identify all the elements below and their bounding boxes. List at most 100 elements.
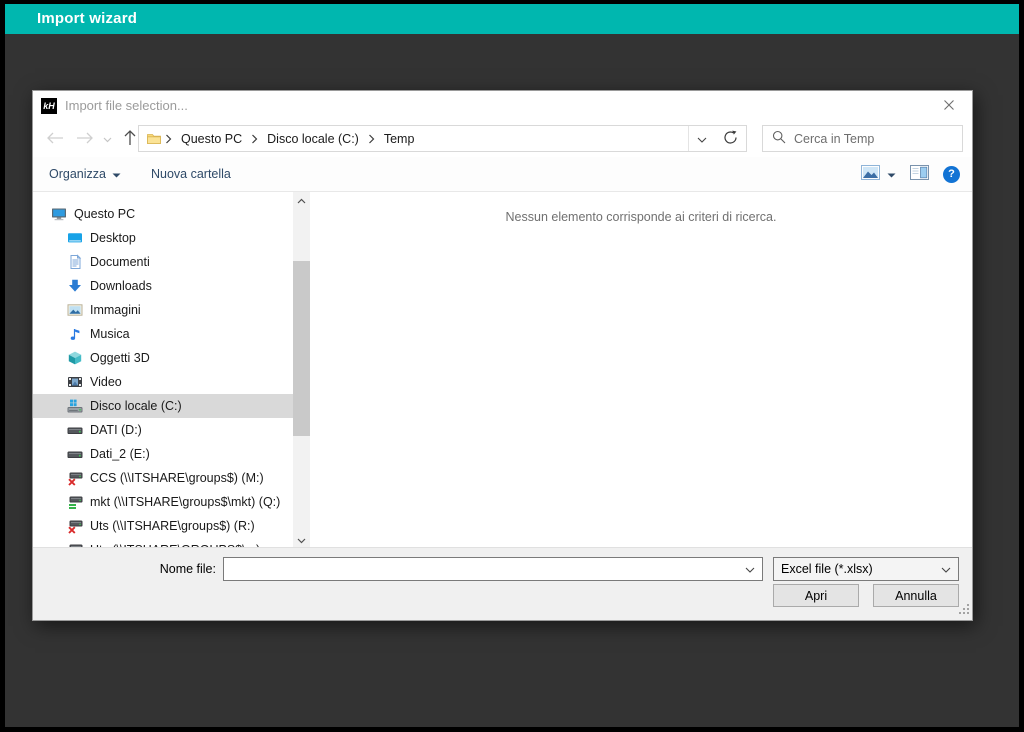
documents-icon (67, 254, 83, 270)
filename-dropdown-button[interactable] (738, 558, 762, 580)
sidebar-scrollbar[interactable] (293, 192, 310, 548)
sidebar-item-immagini[interactable]: Immagini (33, 298, 293, 322)
chevron-down-icon (697, 132, 707, 146)
sidebar-item-video[interactable]: Video (33, 370, 293, 394)
sidebar-item-label: mkt (\\ITSHARE\groups$\mkt) (Q:) (90, 495, 280, 509)
command-bar: Organizza Nuova cartella (33, 157, 972, 192)
resize-grip-icon[interactable] (959, 604, 970, 618)
drive-icon (67, 446, 83, 462)
sidebar-item-label: Dati_2 (E:) (90, 447, 150, 461)
chevron-down-icon (887, 167, 896, 181)
chevron-down-icon (941, 562, 951, 576)
chevron-down-icon (112, 167, 121, 181)
sidebar-item-label: Immagini (90, 303, 141, 317)
open-button-label: Apri (805, 589, 827, 603)
network-drive-disconnected-icon (67, 518, 83, 534)
organize-button[interactable]: Organizza (49, 167, 121, 181)
view-mode-button[interactable] (861, 165, 896, 183)
sidebar-item-ccs-itshare-groups-m[interactable]: CCS (\\ITSHARE\groups$) (M:) (33, 466, 293, 490)
file-dialog: kH Import file selection... (32, 90, 973, 621)
breadcrumb-chevron-icon (164, 134, 173, 144)
organize-label: Organizza (49, 167, 106, 181)
breadcrumb-chevron-icon (250, 134, 259, 144)
dialog-titlebar[interactable]: kH Import file selection... (33, 91, 972, 121)
sidebar-item-label: Video (90, 375, 122, 389)
breadcrumb-segment[interactable]: Questo PC (175, 132, 248, 146)
help-icon: ? (943, 166, 960, 183)
navigation-bar: Questo PC Disco locale (C:) Temp (33, 121, 972, 157)
sidebar-item-documenti[interactable]: Documenti (33, 250, 293, 274)
back-arrow-icon (46, 132, 64, 147)
sidebar-item-label: CCS (\\ITSHARE\groups$) (M:) (90, 471, 264, 485)
chevron-up-icon (297, 193, 306, 207)
close-button[interactable] (934, 91, 964, 121)
scrollbar-thumb[interactable] (293, 261, 310, 436)
sidebar-item-label: Oggetti 3D (90, 351, 150, 365)
open-button[interactable]: Apri (773, 584, 859, 607)
sidebar-item-desktop[interactable]: Desktop (33, 226, 293, 250)
sidebar-item-uts-itshare-groups-r[interactable]: Uts (\\ITSHARE\groups$) (R:) (33, 514, 293, 538)
address-bar[interactable]: Questo PC Disco locale (C:) Temp (138, 125, 716, 152)
sidebar-item-mkt-itshare-groups-mkt-q[interactable]: mkt (\\ITSHARE\groups$\mkt) (Q:) (33, 490, 293, 514)
app-header: Import wizard (5, 4, 1019, 34)
cancel-button-label: Annulla (895, 589, 937, 603)
back-button[interactable] (41, 121, 69, 157)
dialog-body: Questo PC Desktop Documenti Downloads Immagi… (33, 192, 972, 548)
filetype-value: Excel file (*.xlsx) (774, 562, 934, 576)
search-box (762, 125, 963, 152)
sidebar-item-downloads[interactable]: Downloads (33, 274, 293, 298)
filetype-dropdown-button[interactable] (934, 558, 958, 580)
empty-results-message: Nessun elemento corrisponde ai criteri d… (310, 210, 972, 224)
scroll-down-button[interactable] (293, 532, 310, 548)
sidebar-item-label: Disco locale (C:) (90, 399, 182, 413)
chevron-down-icon (103, 132, 112, 146)
history-dropdown-button[interactable] (99, 121, 115, 157)
dialog-footer: Nome file: Excel file (*.xlsx) Apr (33, 547, 972, 620)
sidebar-item-questo-pc[interactable]: Questo PC (33, 202, 293, 226)
breadcrumb: Questo PC Disco locale (C:) Temp (139, 131, 688, 147)
cancel-button[interactable]: Annulla (873, 584, 959, 607)
breadcrumb-segment[interactable]: Temp (378, 132, 421, 146)
chevron-down-icon (745, 562, 755, 576)
file-list-pane[interactable]: Nessun elemento corrisponde ai criteri d… (310, 192, 972, 548)
network-drive-icon (67, 494, 83, 510)
chevron-down-icon (297, 533, 306, 547)
refresh-icon (723, 130, 738, 148)
sidebar-item-label: Desktop (90, 231, 136, 245)
network-drive-disconnected-icon (67, 470, 83, 486)
forward-button[interactable] (71, 121, 99, 157)
drive-icon (67, 422, 83, 438)
sidebar-item-label: Downloads (90, 279, 152, 293)
sidebar-item-label: DATI (D:) (90, 423, 142, 437)
filename-label: Nome file: (33, 558, 216, 581)
folder-icon (146, 131, 162, 147)
new-folder-button[interactable]: Nuova cartella (151, 167, 231, 181)
filename-input[interactable] (224, 558, 738, 580)
sidebar-item-disco-locale-c[interactable]: Disco locale (C:) (33, 394, 293, 418)
sidebar-item-label: Uts (\\ITSHARE\groups$) (R:) (90, 519, 255, 533)
refresh-button[interactable] (715, 125, 747, 152)
objects3d-icon (67, 350, 83, 366)
app-window: Import wizard kH Import file selection..… (5, 4, 1019, 727)
new-folder-label: Nuova cartella (151, 167, 231, 181)
downloads-icon (67, 278, 83, 294)
scroll-up-button[interactable] (293, 192, 310, 208)
video-icon (67, 374, 83, 390)
close-icon (943, 99, 955, 114)
sidebar-item-dati-d[interactable]: DATI (D:) (33, 418, 293, 442)
breadcrumb-chevron-icon (367, 134, 376, 144)
filetype-select[interactable]: Excel file (*.xlsx) (773, 557, 959, 581)
help-button[interactable]: ? (943, 166, 960, 183)
search-icon (772, 130, 786, 147)
sidebar-item-musica[interactable]: Musica (33, 322, 293, 346)
address-dropdown-button[interactable] (688, 126, 715, 151)
pictures-icon (67, 302, 83, 318)
sidebar-item-dati-2-e[interactable]: Dati_2 (E:) (33, 442, 293, 466)
thumbnail-view-icon (861, 165, 880, 183)
forward-arrow-icon (76, 132, 94, 147)
search-input[interactable] (794, 132, 953, 146)
music-icon (67, 326, 83, 342)
preview-pane-button[interactable] (910, 165, 929, 183)
breadcrumb-segment[interactable]: Disco locale (C:) (261, 132, 365, 146)
sidebar-item-oggetti-3d[interactable]: Oggetti 3D (33, 346, 293, 370)
